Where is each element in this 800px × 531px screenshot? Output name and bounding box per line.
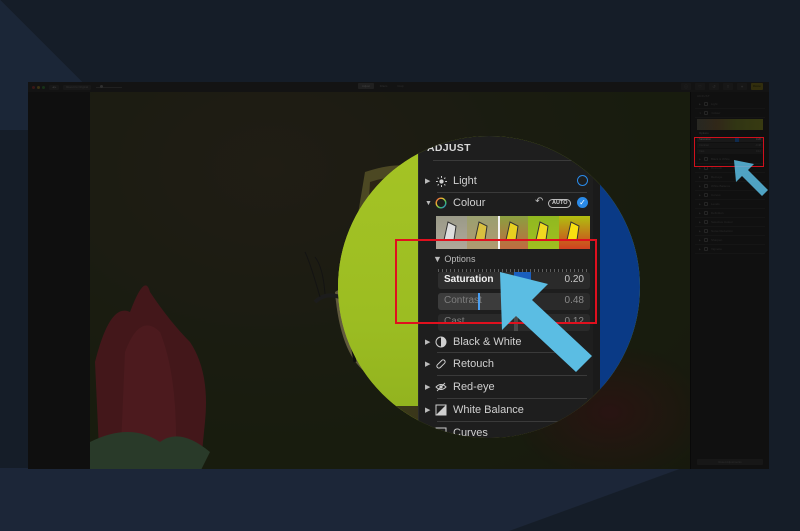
info-icon[interactable]: ⓘ bbox=[681, 83, 691, 90]
reset-adjustments-button[interactable]: Reset Adjustments bbox=[697, 459, 763, 465]
section-curves[interactable]: ▶ Curves bbox=[419, 423, 594, 438]
pointer-arrow bbox=[500, 272, 592, 372]
checkmark-icon[interactable]: ✓ bbox=[577, 197, 588, 208]
vignette-icon bbox=[703, 247, 708, 251]
tutorial-stage: ◀ ▸ Revert to Original Adjust Filters Cr… bbox=[0, 0, 800, 531]
zoom-slider[interactable] bbox=[96, 85, 123, 88]
done-button[interactable]: Done bbox=[751, 83, 763, 90]
white-balance-icon bbox=[703, 184, 708, 188]
disclosure-down-icon[interactable]: ▼ bbox=[425, 200, 435, 207]
eye-icon bbox=[703, 175, 708, 179]
favorite-icon[interactable]: ♡ bbox=[695, 83, 705, 90]
eye-icon bbox=[435, 381, 447, 393]
disclosure-right-icon[interactable]: ▶ bbox=[425, 177, 435, 185]
bandage-icon bbox=[435, 358, 447, 370]
left-sidebar bbox=[28, 92, 90, 469]
selective-colour-icon bbox=[703, 220, 708, 224]
section-levels[interactable]: ▶ Levels bbox=[695, 200, 765, 209]
divider bbox=[437, 421, 587, 422]
section-sharpen[interactable]: ▶ Sharpen bbox=[695, 236, 765, 245]
disclosure-right-icon[interactable]: ▶ bbox=[425, 406, 435, 414]
section-selective-colour[interactable]: ▶ Selective Colour bbox=[695, 218, 765, 227]
divider bbox=[433, 160, 587, 161]
curves-icon bbox=[435, 427, 447, 438]
close-window-button[interactable] bbox=[32, 85, 35, 89]
section-red-eye[interactable]: ▶ Red-eye bbox=[419, 377, 594, 397]
colour-wheel-icon bbox=[704, 111, 709, 115]
disclosure-right-icon[interactable]: ▶ bbox=[425, 429, 435, 437]
background-decoration bbox=[0, 468, 800, 531]
divider bbox=[437, 398, 587, 399]
zoom-window-button[interactable] bbox=[42, 85, 45, 89]
levels-icon bbox=[703, 202, 708, 206]
white-balance-icon bbox=[435, 404, 447, 416]
noise-icon bbox=[703, 229, 708, 233]
rotate-icon[interactable]: ↺ bbox=[709, 83, 719, 90]
tab-adjust[interactable]: Adjust bbox=[358, 83, 374, 89]
toolbar-right: ⓘ ♡ ↺ ⇪ ✦ Done bbox=[681, 83, 763, 90]
tab-crop[interactable]: Crop bbox=[393, 83, 407, 89]
definition-icon bbox=[703, 211, 708, 215]
options-toggle[interactable]: Options bbox=[691, 131, 769, 136]
adjust-title: ADJUST bbox=[697, 94, 710, 98]
section-noise-reduction[interactable]: ▶ Noise Reduction bbox=[695, 227, 765, 236]
desktop-background bbox=[600, 136, 640, 438]
back-button[interactable]: ◀ ▸ bbox=[49, 84, 60, 90]
minimize-window-button[interactable] bbox=[37, 85, 40, 89]
section-light[interactable]: ▶ Light bbox=[419, 171, 594, 191]
edit-mode-tabs: Adjust Filters Crop bbox=[358, 83, 409, 89]
disclosure-right-icon[interactable]: ▶ bbox=[425, 360, 435, 368]
section-vignette[interactable]: ▶ Vignette bbox=[695, 245, 765, 254]
light-toggle-circle-icon[interactable] bbox=[577, 175, 588, 186]
magic-wand-icon[interactable]: ✦ bbox=[737, 83, 747, 90]
share-icon[interactable]: ⇪ bbox=[723, 83, 733, 90]
revert-to-original-button[interactable]: Revert to Original bbox=[63, 84, 92, 90]
colour-wheel-icon bbox=[435, 197, 447, 209]
sharpen-icon bbox=[703, 238, 708, 242]
tab-filters[interactable]: Filters bbox=[376, 83, 392, 89]
section-colour[interactable]: ▼ Colour bbox=[695, 109, 765, 118]
half-circle-icon bbox=[435, 336, 447, 348]
disclosure-right-icon[interactable]: ▶ bbox=[425, 338, 435, 346]
auto-button[interactable]: AUTO bbox=[548, 199, 572, 208]
curves-icon bbox=[703, 193, 708, 197]
disclosure-right-icon[interactable]: ▶ bbox=[425, 383, 435, 391]
sun-icon bbox=[703, 102, 708, 106]
section-definition[interactable]: ▶ Definition bbox=[695, 209, 765, 218]
toolbar: ◀ ▸ Revert to Original Adjust Filters Cr… bbox=[28, 82, 769, 92]
colour-preview-strip[interactable] bbox=[697, 119, 763, 130]
undo-icon[interactable]: ↶ bbox=[535, 196, 543, 207]
section-light[interactable]: ▶ Light bbox=[695, 100, 765, 109]
adjust-title: ADJUST bbox=[427, 142, 471, 154]
section-white-balance[interactable]: ▶ White Balance bbox=[419, 400, 594, 420]
sun-icon bbox=[435, 175, 447, 187]
small-pointer-arrow bbox=[734, 160, 768, 196]
